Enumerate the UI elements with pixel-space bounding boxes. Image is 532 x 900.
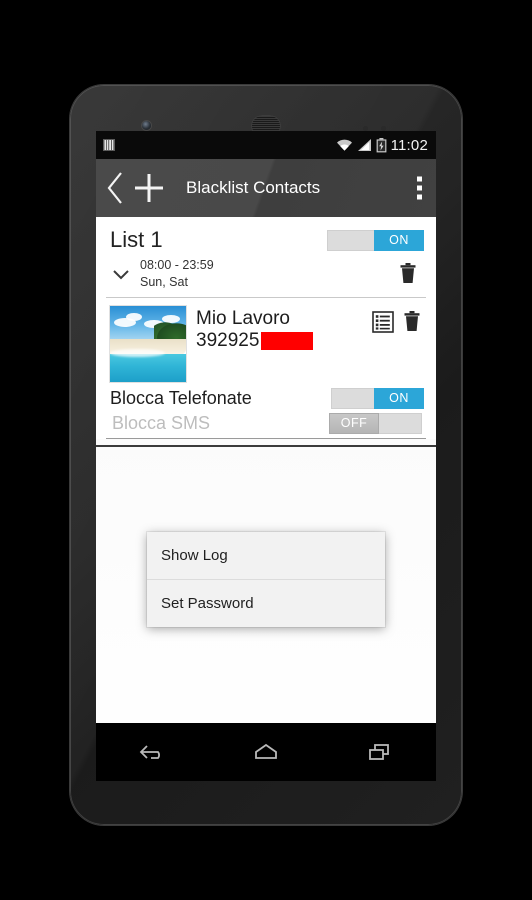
menu-item-set-password[interactable]: Set Password xyxy=(147,579,385,627)
screenshot-stage: 11:02 Blacklist Contacts List 1 ON 08:00… xyxy=(0,0,532,900)
block-calls-switch[interactable]: ON xyxy=(331,387,424,409)
schedule-days: Sun, Sat xyxy=(140,274,188,289)
contact-name: Mio Lavoro xyxy=(196,307,290,329)
contact-number-text: 392925 xyxy=(196,329,260,351)
phone-screen: 11:02 Blacklist Contacts List 1 ON 08:00… xyxy=(96,131,436,781)
chevron-down-icon[interactable] xyxy=(110,265,132,283)
nav-home-icon[interactable] xyxy=(238,732,294,772)
contact-actions xyxy=(372,306,424,334)
chevron-left-icon[interactable] xyxy=(104,170,128,206)
nav-back-icon[interactable] xyxy=(125,732,181,772)
list-schedule-row[interactable]: 08:00 - 23:59 Sun, Sat xyxy=(106,257,426,298)
contact-info: Mio Lavoro 392925 xyxy=(196,306,362,352)
contact-number: 392925 xyxy=(196,330,362,352)
blacklist-card: List 1 ON 08:00 - 23:59 Sun, Sat Mio Lav… xyxy=(96,217,436,439)
schedule-time: 08:00 - 23:59 xyxy=(140,258,214,272)
nav-recents-icon[interactable] xyxy=(351,732,407,772)
front-camera xyxy=(142,121,151,130)
barcode-icon xyxy=(102,137,116,153)
list-delete-trash-icon[interactable] xyxy=(398,262,422,286)
signal-bars-icon xyxy=(357,138,372,152)
status-bar-system-icons: 11:02 xyxy=(336,137,430,154)
contact-avatar[interactable] xyxy=(110,305,186,382)
battery-charging-icon xyxy=(376,137,387,153)
option-row-block-calls[interactable]: Blocca Telefonate ON xyxy=(104,386,428,411)
android-navigation-bar xyxy=(96,723,436,781)
list-name: List 1 xyxy=(110,227,163,252)
menu-item-show-log[interactable]: Show Log xyxy=(147,532,385,579)
section-divider xyxy=(96,444,436,447)
plus-icon[interactable] xyxy=(132,171,166,205)
schedule-text: 08:00 - 23:59 Sun, Sat xyxy=(140,257,214,291)
schedule-info: 08:00 - 23:59 Sun, Sat xyxy=(110,257,214,291)
list-details-icon[interactable] xyxy=(372,310,394,334)
block-sms-switch[interactable]: OFF xyxy=(329,412,422,434)
list-header-row: List 1 ON xyxy=(104,217,428,257)
contact-row[interactable]: Mio Lavoro 392925 xyxy=(104,298,428,386)
status-bar-clock: 11:02 xyxy=(390,136,428,154)
phone-device-frame: 11:02 Blacklist Contacts List 1 ON 08:00… xyxy=(70,85,462,825)
overflow-popup-menu: Show Log Set Password xyxy=(147,532,385,627)
list-enabled-switch[interactable]: ON xyxy=(327,229,424,251)
option-row-block-sms[interactable]: Blocca SMS OFF xyxy=(106,411,426,439)
option-label: Blocca Telefonate xyxy=(110,387,252,408)
status-bar-notifications xyxy=(102,137,116,153)
status-bar: 11:02 xyxy=(96,131,436,159)
overflow-menu-icon[interactable] xyxy=(417,176,422,200)
action-bar: Blacklist Contacts xyxy=(96,159,436,217)
contact-delete-trash-icon[interactable] xyxy=(402,310,422,334)
page-title: Blacklist Contacts xyxy=(186,178,321,197)
avatar-cloud xyxy=(126,312,142,321)
redaction-block xyxy=(261,331,314,350)
wifi-icon xyxy=(336,138,353,152)
content-area: List 1 ON 08:00 - 23:59 Sun, Sat Mio Lav… xyxy=(96,217,436,781)
avatar-sea xyxy=(110,354,186,382)
option-label: Blocca SMS xyxy=(112,412,211,433)
